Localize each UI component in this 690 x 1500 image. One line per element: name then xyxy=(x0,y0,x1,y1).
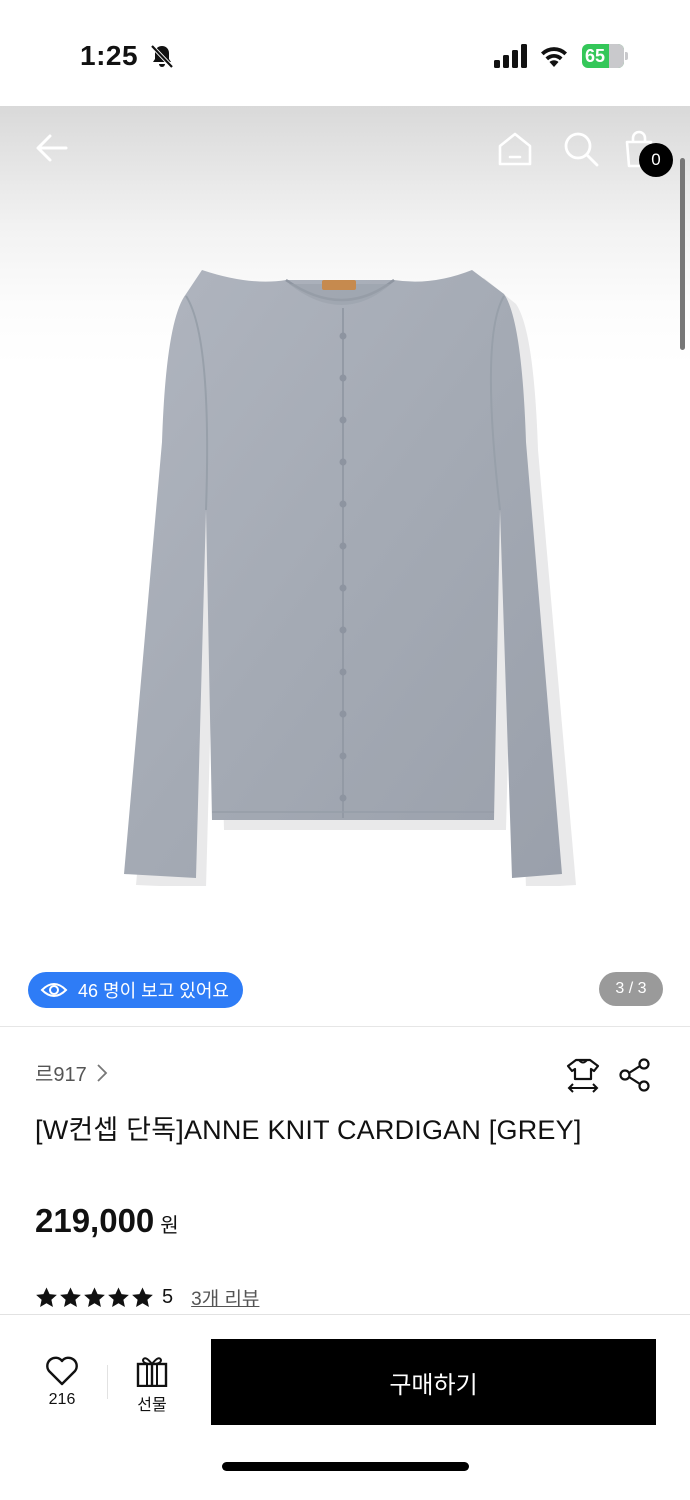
star-icon xyxy=(60,1287,81,1307)
scrollbar[interactable] xyxy=(680,158,685,350)
top-nav: 0 xyxy=(0,106,690,196)
rating-row: 5 3개 리뷰 xyxy=(35,1284,259,1311)
gift-icon xyxy=(136,1357,168,1387)
bell-slash-icon xyxy=(150,44,174,69)
battery-icon: 65 xyxy=(582,44,628,68)
buy-button[interactable]: 구매하기 xyxy=(211,1339,656,1425)
price: 219,000 원 xyxy=(35,1202,179,1240)
product-title: [W컨셉 단독]ANNE KNIT CARDIGAN [GREY] xyxy=(35,1115,582,1145)
signal-icon xyxy=(494,44,527,68)
eye-icon xyxy=(40,983,68,997)
bottom-action-bar: 216 선물 구매하기 xyxy=(0,1314,690,1500)
product-image-carousel[interactable]: 0 46 명이 보고 있어요 3 / 3 xyxy=(0,106,690,1026)
star-icon xyxy=(108,1287,129,1307)
like-button[interactable]: 216 xyxy=(30,1355,94,1417)
divider xyxy=(107,1365,108,1399)
star-rating xyxy=(35,1286,154,1309)
viewers-text: 46 명이 보고 있어요 xyxy=(78,981,229,1001)
viewers-badge: 46 명이 보고 있어요 xyxy=(28,972,243,1008)
gift-label: 선물 xyxy=(137,1397,167,1414)
grey-knit-cardigan-image xyxy=(124,270,576,886)
heart-icon xyxy=(46,1356,78,1386)
price-currency: 원 xyxy=(160,1215,179,1237)
price-value: 219,000 xyxy=(35,1202,155,1239)
wifi-icon xyxy=(541,47,567,67)
battery-level: 65 xyxy=(585,46,606,66)
cart-count-badge: 0 xyxy=(639,143,673,177)
star-icon xyxy=(84,1287,105,1307)
brand-name: 르917 xyxy=(35,1064,87,1086)
search-icon[interactable] xyxy=(562,130,600,168)
back-arrow-icon[interactable] xyxy=(34,130,70,166)
rating-value: 5 xyxy=(162,1286,174,1308)
home-indicator[interactable] xyxy=(222,1462,469,1471)
brand-link[interactable]: 르917 xyxy=(35,1058,109,1087)
status-time: 1:25 xyxy=(80,40,139,71)
star-icon xyxy=(132,1287,153,1307)
star-icon xyxy=(36,1287,57,1307)
home-icon[interactable] xyxy=(496,130,534,168)
gift-button[interactable]: 선물 xyxy=(122,1355,182,1417)
divider xyxy=(0,1026,690,1027)
image-page-indicator: 3 / 3 xyxy=(599,972,663,1006)
review-link[interactable]: 3개 리뷰 xyxy=(191,1284,259,1311)
size-guide-icon[interactable] xyxy=(564,1056,602,1094)
status-bar: 1:25 65 xyxy=(0,0,690,106)
like-count: 216 xyxy=(48,1391,76,1408)
share-icon[interactable] xyxy=(618,1058,652,1092)
chevron-right-icon xyxy=(97,1063,108,1082)
